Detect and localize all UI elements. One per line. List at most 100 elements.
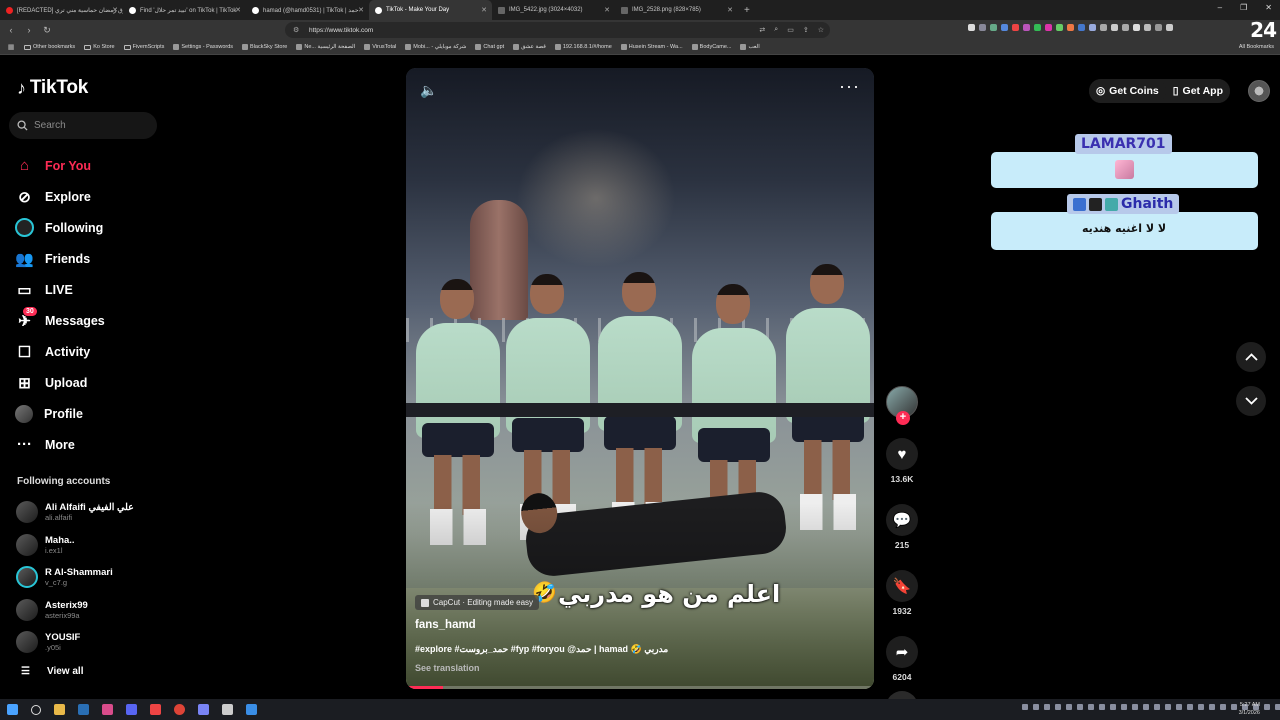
tray-icon[interactable]: [1110, 704, 1116, 710]
app-icon[interactable]: [245, 704, 257, 715]
taskbar-clock[interactable]: 5:27 AM 3/1/2026: [1239, 701, 1260, 717]
nav-item-live[interactable]: ▭ LIVE: [15, 274, 105, 305]
share-icon[interactable]: ⇪: [803, 26, 809, 34]
extension-icon[interactable]: [990, 24, 997, 31]
chrome-icon[interactable]: [173, 704, 185, 715]
extension-icon[interactable]: [1133, 24, 1140, 31]
tray-icon[interactable]: [1165, 704, 1171, 710]
tray-icon[interactable]: [1220, 704, 1226, 710]
bookmark-item[interactable]: FivemScripts: [123, 44, 164, 50]
nav-item-upload[interactable]: ⊞ Upload: [15, 367, 105, 398]
extension-icon[interactable]: [1034, 24, 1041, 31]
volume-icon[interactable]: 🔈: [420, 82, 437, 99]
share-button[interactable]: ➦: [886, 636, 918, 668]
bookmark-item[interactable]: Ko Store: [84, 44, 115, 50]
get-app-button[interactable]: ▯ Get App: [1165, 79, 1230, 103]
tray-icon[interactable]: [1066, 704, 1072, 710]
save-button[interactable]: 🔖: [886, 570, 918, 602]
apps-grid-icon[interactable]: ▦: [4, 43, 18, 51]
site-info-icon[interactable]: ⚙: [293, 26, 299, 34]
tray-icon[interactable]: [1154, 704, 1160, 710]
tray-icon[interactable]: [1099, 704, 1105, 710]
video-progress-bar[interactable]: [406, 686, 874, 689]
extension-icon[interactable]: [1056, 24, 1063, 31]
video-player[interactable]: 🔈 ··· 🤣 اعلم من هو مدربي CapCut · Editin…: [406, 68, 874, 689]
all-bookmarks-link[interactable]: All Bookmarks: [1239, 44, 1274, 50]
bookmark-item[interactable]: Ne... الصفحة الرئيسية: [296, 44, 355, 50]
tray-icon[interactable]: [1143, 704, 1149, 710]
close-tab-icon[interactable]: ✕: [112, 6, 118, 14]
address-bar[interactable]: ⚙ https://www.tiktok.com ⇄ ⌕ ▭ ⇪ ☆: [285, 22, 830, 38]
bookmark-item[interactable]: Settings - Passwords: [173, 44, 233, 50]
close-tab-icon[interactable]: ✕: [604, 6, 610, 14]
tray-icon[interactable]: [1088, 704, 1094, 710]
nav-item-activity[interactable]: ☐ Activity: [15, 336, 105, 367]
nav-item-following[interactable]: Following: [15, 212, 105, 243]
bookmark-item[interactable]: BlackSky Store: [242, 44, 287, 50]
tray-icon[interactable]: [1231, 704, 1237, 710]
profile-menu-icon[interactable]: [1166, 24, 1173, 31]
tray-icon[interactable]: [1033, 704, 1039, 710]
tray-icon[interactable]: [1132, 704, 1138, 710]
extension-icon[interactable]: [1078, 24, 1085, 31]
app-icon[interactable]: [197, 704, 209, 715]
tray-icon[interactable]: [1121, 704, 1127, 710]
extension-icon[interactable]: [1067, 24, 1074, 31]
bookmark-item[interactable]: Husein Stream - Wa...: [620, 44, 683, 50]
minimize-icon[interactable]: –: [1218, 3, 1222, 12]
reload-icon[interactable]: ↻: [40, 25, 54, 36]
follow-plus-icon[interactable]: +: [896, 411, 910, 425]
nav-item-profile[interactable]: Profile: [15, 398, 105, 429]
app-icon[interactable]: [221, 704, 233, 715]
extension-icon[interactable]: [1023, 24, 1030, 31]
extension-icon[interactable]: [1122, 24, 1129, 31]
nav-item-for-you[interactable]: ⌂ For You: [15, 150, 105, 181]
bookmark-item[interactable]: VirusTotal: [364, 44, 396, 50]
discord-icon[interactable]: [125, 704, 137, 715]
nav-item-more[interactable]: ··· More: [15, 429, 105, 460]
tray-icon[interactable]: [1275, 704, 1280, 710]
extension-icon[interactable]: [1045, 24, 1052, 31]
maximize-icon[interactable]: ❐: [1240, 3, 1247, 12]
like-button[interactable]: ♥: [886, 438, 918, 470]
creator-avatar[interactable]: +: [886, 386, 918, 425]
search-icon[interactable]: [30, 704, 41, 715]
extension-icon[interactable]: [1001, 24, 1008, 31]
tray-icon[interactable]: [1022, 704, 1028, 710]
new-tab-button[interactable]: +: [744, 5, 750, 16]
tray-icon[interactable]: [1055, 704, 1061, 710]
start-icon[interactable]: [6, 704, 18, 715]
previous-video-button[interactable]: [1236, 342, 1266, 372]
browser-tab[interactable]: [REDACTED] فلوق رمضان حماسية مني تري ✕: [0, 0, 123, 20]
steam-icon[interactable]: [77, 704, 89, 715]
tray-icon[interactable]: [1264, 704, 1270, 710]
extension-icon[interactable]: [1012, 24, 1019, 31]
bookmark-star-icon[interactable]: ☆: [818, 26, 824, 34]
browser-tab[interactable]: Find 'تبيد تمر حلال' on TikTok | TikTok …: [123, 0, 246, 20]
file-explorer-icon[interactable]: [53, 704, 65, 715]
forward-icon[interactable]: ›: [22, 25, 36, 35]
extension-icon[interactable]: [1144, 24, 1151, 31]
capcut-tag[interactable]: CapCut · Editing made easy: [415, 595, 540, 610]
browser-tab[interactable]: IMG_2528.png (828×785) ✕: [615, 0, 738, 20]
bookmark-item[interactable]: BodyCame...: [691, 44, 731, 50]
next-video-button[interactable]: [1236, 386, 1266, 416]
nav-item-explore[interactable]: ⊘ Explore: [15, 181, 105, 212]
tray-icon[interactable]: [1176, 704, 1182, 710]
browser-tab[interactable]: TikTok - Make Your Day ✕: [369, 0, 492, 20]
following-account[interactable]: R Al-Shammari v_c7.g: [16, 561, 134, 594]
following-account[interactable]: YOUSIF .y05i: [16, 626, 134, 659]
see-translation-link[interactable]: See translation: [415, 663, 480, 673]
user-avatar[interactable]: [1248, 80, 1270, 102]
extension-icon[interactable]: [1111, 24, 1118, 31]
tray-icon[interactable]: [1077, 704, 1083, 710]
tray-icon[interactable]: [1209, 704, 1215, 710]
close-tab-icon[interactable]: ✕: [481, 6, 487, 14]
music-disc[interactable]: [886, 691, 918, 699]
back-icon[interactable]: ‹: [4, 25, 18, 35]
bookmark-item[interactable]: العب: [740, 44, 760, 50]
bookmark-item[interactable]: Chat gpt: [475, 44, 504, 50]
following-account[interactable]: Ali Alfaifi علي الفيفي ali.alfaifi: [16, 496, 134, 529]
extension-icon[interactable]: [968, 24, 975, 31]
translate-icon[interactable]: ⇄: [759, 26, 765, 34]
